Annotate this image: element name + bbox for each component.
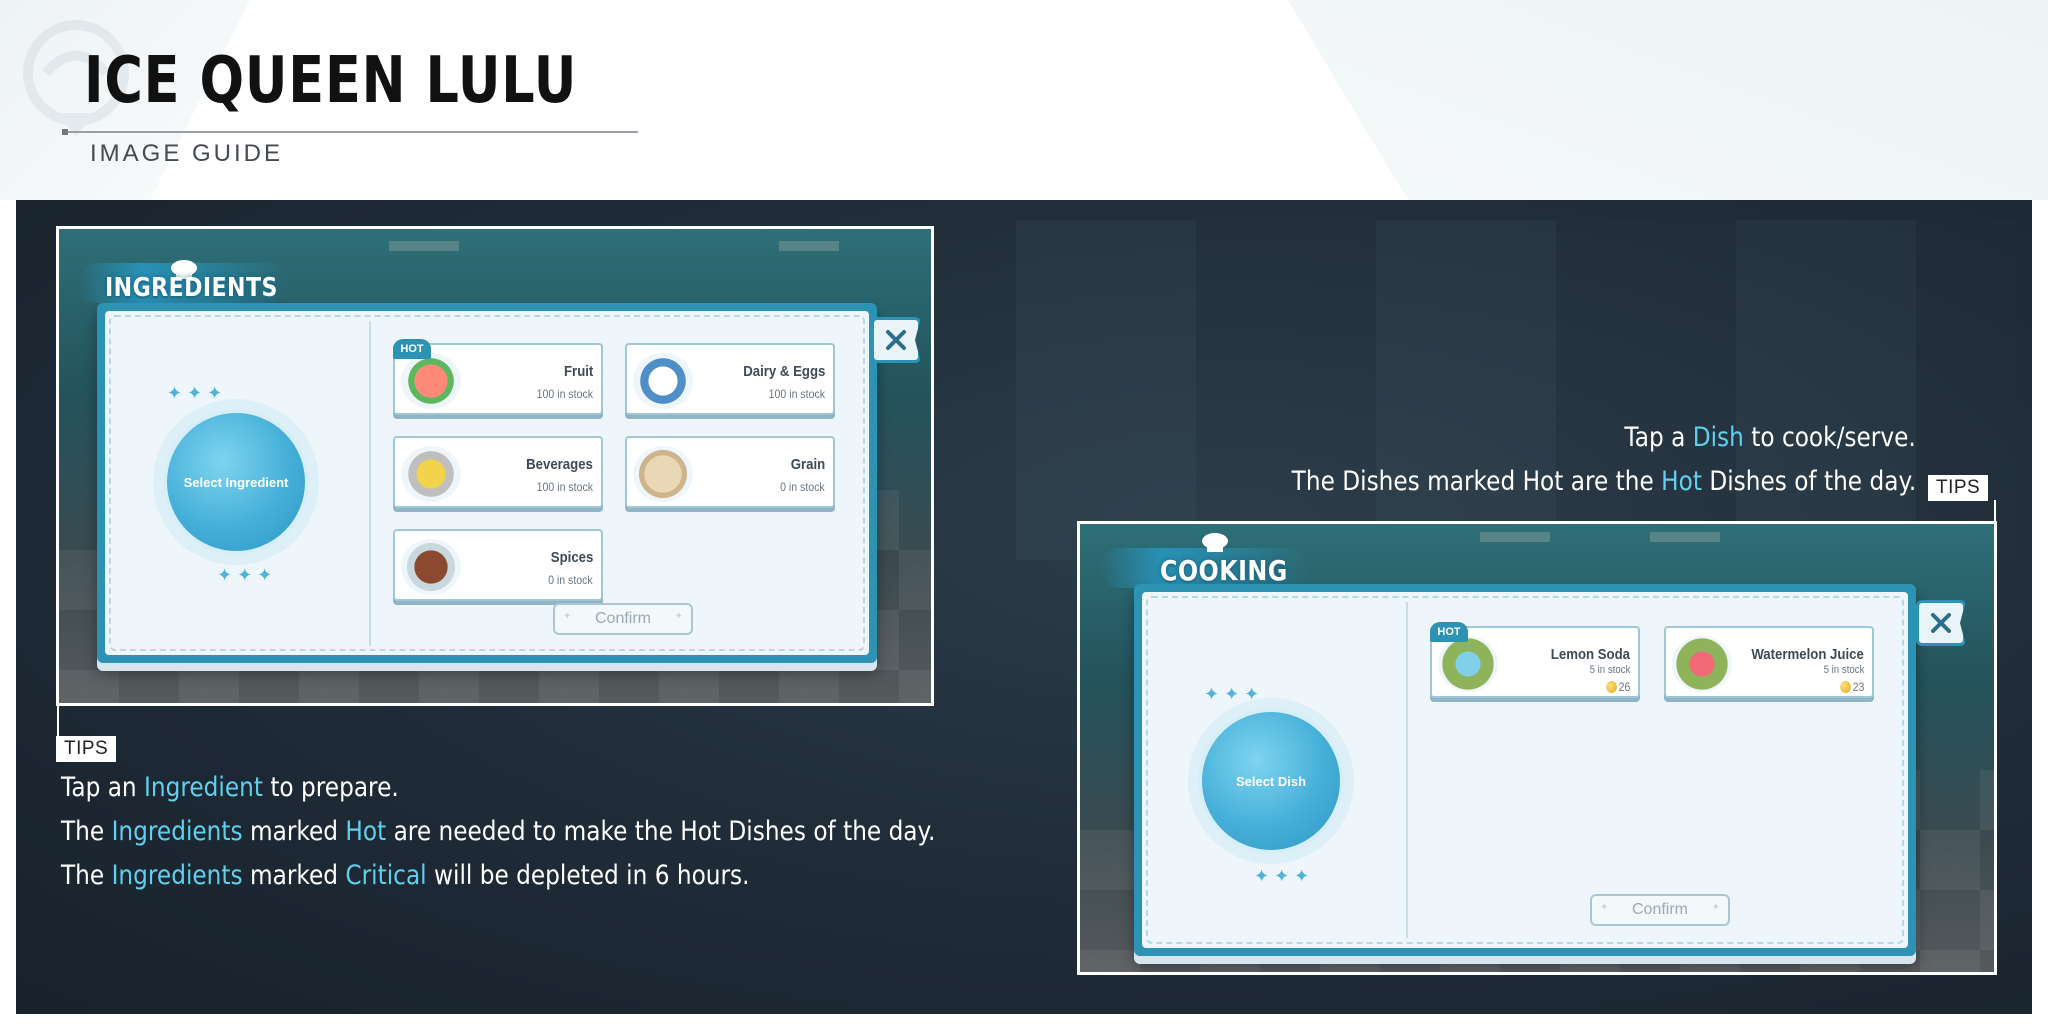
ingredients-dialog: ✦ ✦ ✦ Select Ingredient ✦ ✦ ✦ HOT Fruit 10… [97,303,877,663]
select-ingredient-button[interactable]: Select Ingredient [163,409,309,555]
beverages-icon [401,446,461,502]
dairy-eggs-icon [633,353,693,409]
item-card-lemon-soda[interactable]: HOT Lemon Soda 5 in stock 26 [1430,622,1640,698]
coin-icon [1839,681,1851,693]
cooking-dialog: ✦ ✦ ✦ Select Dish ✦ ✦ ✦ HOT Lemon Soda 5 i… [1134,584,1916,956]
ingredients-screenshot: INGREDIENTS ✦ ✦ ✦ Select Ingredient ✦ ✦ … [56,226,934,706]
item-card-dairy-eggs[interactable]: Dairy & Eggs 100 in stock [625,343,835,415]
close-icon [886,330,906,350]
tip-text: marked [242,860,346,891]
item-card-beverages[interactable]: Beverages 100 in stock [393,436,603,508]
item-price: 23 [1839,680,1864,694]
highlighted-term: Ingredients [111,816,243,847]
item-name: Dairy & Eggs [742,363,825,380]
item-name: Spices [550,549,593,566]
dialog-divider [369,321,371,646]
item-stock: 5 in stock [1589,664,1630,676]
tip-text: Dishes of the day. [1701,466,1916,497]
tips-connector [1994,500,1996,524]
tip-line: The Ingredients marked Critical will be … [61,860,750,891]
tip-text: to prepare. [262,772,399,803]
shelf [1480,532,1550,542]
item-card-spices[interactable]: Spices 0 in stock [393,529,603,601]
highlighted-term: Ingredients [111,860,243,891]
item-name: Lemon Soda [1550,646,1630,663]
shelf [389,241,459,251]
tip-text: will be depleted in 6 hours. [426,860,750,891]
close-button[interactable] [1916,600,1966,646]
hot-badge: HOT [1430,622,1468,642]
tip-text: The [61,816,112,847]
item-stock: 100 in stock [536,387,593,401]
item-name: Fruit [563,363,593,380]
tip-text: to cook/serve. [1744,422,1916,453]
highlighted-term: Hot [1660,466,1702,497]
item-stock: 0 in stock [780,480,825,494]
dialog-divider [1406,602,1408,938]
item-card-fruit[interactable]: HOT Fruit 100 in stock [393,339,603,415]
item-stock: 100 in stock [536,480,593,494]
tip-text: The Dishes marked Hot are the [1291,466,1661,497]
spices-icon [401,539,461,595]
dialog-title: INGREDIENTS [105,273,278,303]
dialog-title: COOKING [1160,554,1288,587]
tip-text: Tap an [61,772,145,803]
sparkle-icon: ✦ ✦ ✦ [167,383,223,403]
item-stock: 0 in stock [548,573,593,587]
item-stock: 5 in stock [1823,664,1864,676]
item-name: Beverages [526,456,593,473]
header-background-right [1288,0,2048,200]
tip-line: The Dishes marked Hot are the Hot Dishes… [1291,466,1916,497]
confirm-button[interactable]: Confirm [1590,894,1730,926]
page-title: ICE QUEEN LULU [84,44,578,118]
lemon-soda-icon [1438,636,1498,692]
shelf [779,241,839,251]
chef-hat-icon [1202,533,1228,552]
title-divider-dot [62,129,68,135]
coin-icon [1605,681,1617,693]
item-name: Grain [790,456,825,473]
close-icon [1931,613,1951,633]
highlighted-term: Critical [345,860,427,891]
grain-icon [633,446,693,502]
item-name: Watermelon Juice [1751,646,1864,663]
highlighted-term: Dish [1692,422,1745,453]
confirm-button[interactable]: Confirm [553,603,693,635]
select-dish-button[interactable]: Select Dish [1198,708,1344,854]
shelf [1650,532,1720,542]
sparkle-icon: ✦ ✦ ✦ [1254,866,1310,886]
tip-text: are needed to make the Hot Dishes of the… [386,816,936,847]
tip-text: The [61,860,112,891]
tip-line: The Ingredients marked Hot are needed to… [61,816,935,847]
hot-badge: HOT [393,339,431,359]
tips-tag-left: TIPS [56,736,117,762]
cooking-screenshot: COOKING ✦ ✦ ✦ Select Dish ✦ ✦ ✦ HOT Lemon… [1077,521,1997,975]
highlighted-term: Ingredient [144,772,263,803]
watermelon-juice-icon [1672,636,1732,692]
fruit-icon [401,353,461,409]
background-scene [1016,220,2016,560]
item-stock: 100 in stock [768,387,825,401]
page-subtitle: IMAGE GUIDE [90,140,284,167]
tips-tag-right: TIPS [1928,475,1989,501]
tip-text: Tap a [1624,422,1693,453]
title-divider [64,131,638,133]
sparkle-icon: ✦ ✦ ✦ [1204,684,1260,704]
tip-line: Tap a Dish to cook/serve. [1625,422,1916,453]
tip-line: Tap an Ingredient to prepare. [61,772,399,803]
item-card-watermelon-juice[interactable]: Watermelon Juice 5 in stock 23 [1664,626,1874,698]
item-price: 26 [1605,680,1630,694]
sparkle-icon: ✦ ✦ ✦ [217,565,273,585]
item-card-grain[interactable]: Grain 0 in stock [625,436,835,508]
tip-text: marked [242,816,346,847]
highlighted-term: Hot [345,816,387,847]
close-button[interactable] [871,317,921,363]
